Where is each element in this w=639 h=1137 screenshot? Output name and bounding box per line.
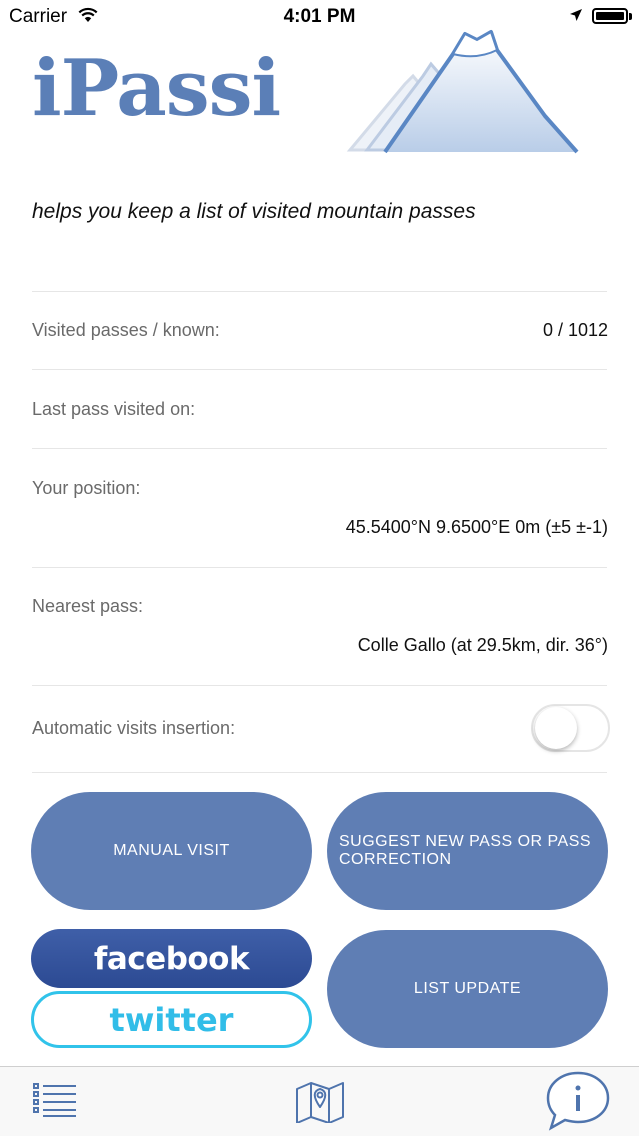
auto-insert-toggle[interactable] [531,704,610,752]
map-icon [295,1077,345,1128]
visited-passes-value: 0 / 1012 [542,320,608,340]
divider [32,291,607,292]
divider [32,448,607,449]
battery-icon [592,8,628,24]
nearest-pass-value: Colle Gallo (at 29.5km, dir. 36°) [357,635,608,655]
tab-info[interactable] [538,1067,618,1137]
toggle-knob [535,707,577,749]
position-label: Your position: [32,478,141,498]
facebook-button[interactable]: facebook [31,929,312,988]
visited-passes-label: Visited passes / known: [32,320,220,340]
tagline: helps you keep a list of visited mountai… [32,200,476,223]
tab-bar [0,1066,639,1136]
suggest-pass-button[interactable]: SUGGEST NEW PASS OR PASS CORRECTION [327,792,608,910]
tab-map[interactable] [285,1067,355,1137]
manual-visit-button[interactable]: MANUAL VISIT [31,792,312,910]
auto-insert-label: Automatic visits insertion: [32,718,236,738]
mountain-logo-icon [345,26,585,163]
last-visit-label: Last pass visited on: [32,399,196,419]
twitter-button[interactable]: twitter [31,991,312,1048]
app-logo-text: iPassi [32,43,281,134]
list-update-button[interactable]: LIST UPDATE [327,930,608,1048]
tab-list[interactable] [20,1067,90,1137]
info-icon [545,1069,611,1136]
divider [32,567,607,568]
nearest-pass-label: Nearest pass: [32,596,144,616]
divider [32,685,607,686]
position-value: 45.5400°N 9.6500°E 0m (±5 ±-1) [345,517,608,537]
divider [32,772,607,773]
clock: 4:01 PM [283,6,356,27]
divider [32,369,607,370]
list-icon [32,1081,78,1124]
location-arrow-icon [569,8,583,27]
battery-cap [629,13,632,20]
